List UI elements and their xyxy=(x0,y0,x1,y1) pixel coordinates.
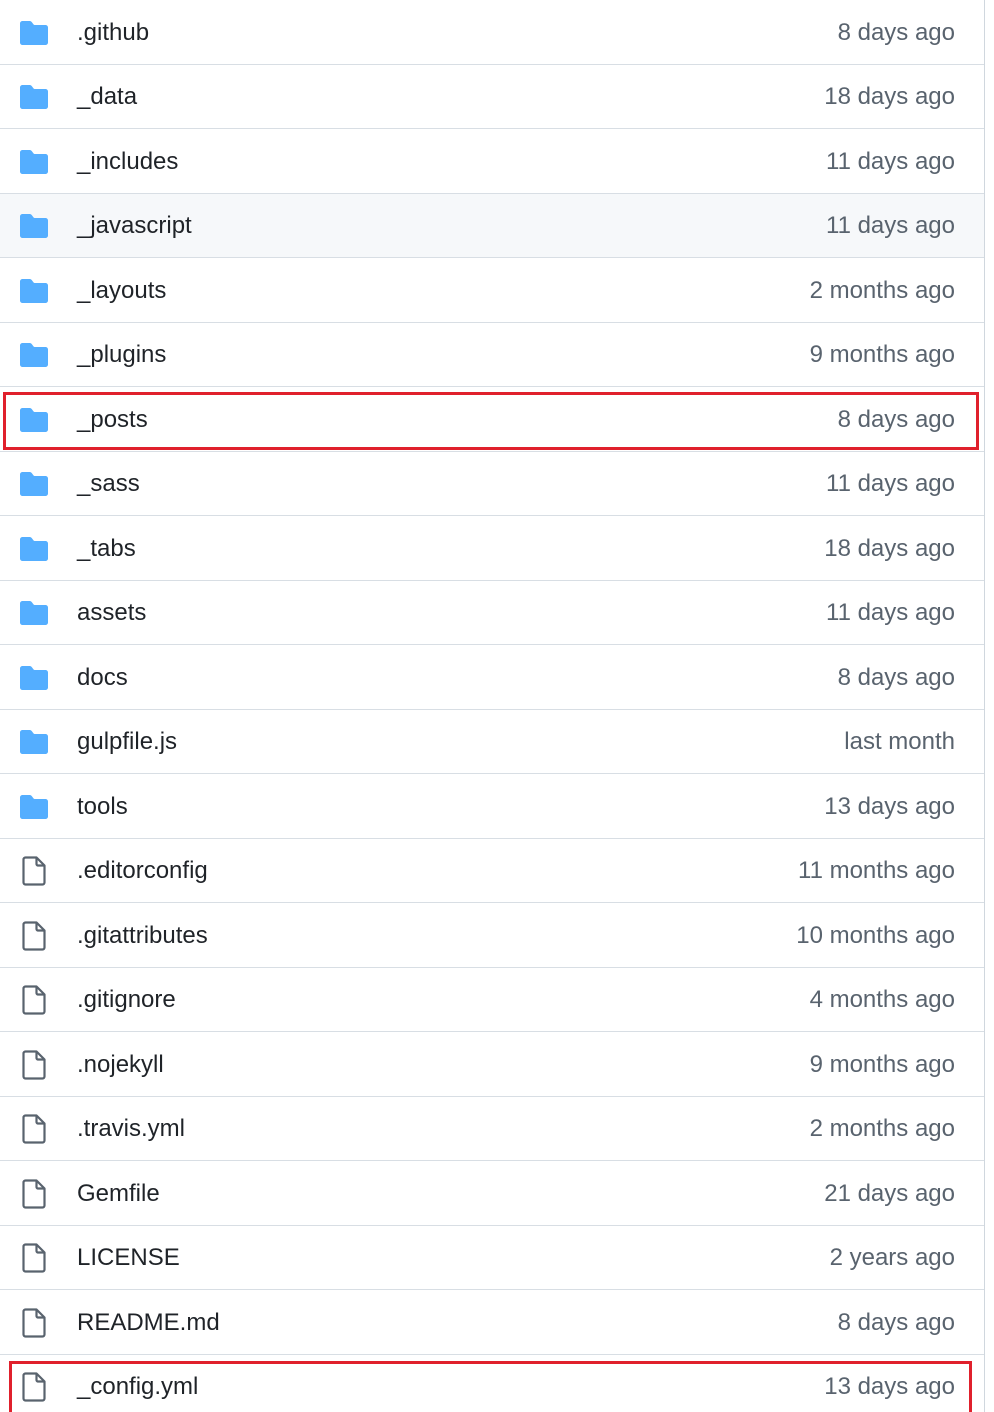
commit-age[interactable]: 11 days ago xyxy=(826,212,955,240)
file-row[interactable]: README.md 8 days ago xyxy=(0,1291,984,1355)
file-row[interactable]: assets 11 days ago xyxy=(0,581,984,645)
commit-age[interactable]: 11 days ago xyxy=(826,148,955,176)
file-name-link[interactable]: Gemfile xyxy=(77,1180,160,1208)
folder-icon xyxy=(18,793,50,821)
file-row[interactable]: .travis.yml 2 months ago xyxy=(0,1097,984,1161)
folder-icon xyxy=(18,535,50,563)
folder-icon xyxy=(18,212,50,240)
commit-age[interactable]: 4 months ago xyxy=(810,986,955,1014)
file-row[interactable]: _tabs 18 days ago xyxy=(0,517,984,581)
file-row[interactable]: docs 8 days ago xyxy=(0,646,984,710)
commit-age[interactable]: 8 days ago xyxy=(838,664,955,692)
folder-name-link[interactable]: _data xyxy=(77,83,137,111)
commit-age[interactable]: 8 days ago xyxy=(838,406,955,434)
file-row[interactable]: tools 13 days ago xyxy=(0,775,984,839)
file-name-link[interactable]: .nojekyll xyxy=(77,1051,164,1079)
file-row[interactable]: _config.yml 13 days ago xyxy=(0,1355,984,1412)
file-icon xyxy=(18,1113,50,1144)
folder-icon xyxy=(18,148,50,176)
folder-icon xyxy=(18,406,50,434)
file-row[interactable]: _plugins 9 months ago xyxy=(0,323,984,387)
commit-age[interactable]: 2 months ago xyxy=(810,277,955,305)
file-name-link[interactable]: .gitattributes xyxy=(77,922,208,950)
folder-icon xyxy=(18,599,50,627)
commit-age[interactable]: 13 days ago xyxy=(824,1373,955,1401)
commit-age[interactable]: 2 months ago xyxy=(810,1115,955,1143)
commit-age[interactable]: 8 days ago xyxy=(838,19,955,47)
commit-age[interactable]: 11 days ago xyxy=(826,470,955,498)
folder-icon xyxy=(18,277,50,305)
folder-name-link[interactable]: _plugins xyxy=(77,341,166,369)
folder-name-link[interactable]: _javascript xyxy=(77,212,192,240)
file-row[interactable]: .nojekyll 9 months ago xyxy=(0,1033,984,1097)
file-name-link[interactable]: LICENSE xyxy=(77,1244,180,1272)
file-row[interactable]: .gitignore 4 months ago xyxy=(0,968,984,1032)
folder-name-link[interactable]: _sass xyxy=(77,470,140,498)
folder-name-link[interactable]: tools xyxy=(77,793,128,821)
folder-name-link[interactable]: .github xyxy=(77,19,149,47)
folder-icon xyxy=(18,470,50,498)
file-icon xyxy=(18,855,50,886)
file-icon xyxy=(18,1049,50,1080)
file-icon xyxy=(18,1307,50,1338)
folder-name-link[interactable]: assets xyxy=(77,599,146,627)
folder-name-link[interactable]: docs xyxy=(77,664,128,692)
file-row[interactable]: _includes 11 days ago xyxy=(0,130,984,194)
file-row[interactable]: _posts 8 days ago xyxy=(0,388,984,452)
folder-name-link[interactable]: _posts xyxy=(77,406,148,434)
file-name-link[interactable]: .editorconfig xyxy=(77,857,208,885)
file-row[interactable]: _javascript 11 days ago xyxy=(0,194,984,258)
folder-icon xyxy=(18,664,50,692)
file-name-link[interactable]: _config.yml xyxy=(77,1373,198,1401)
file-name-link[interactable]: .gitignore xyxy=(77,986,176,1014)
commit-age[interactable]: 21 days ago xyxy=(824,1180,955,1208)
commit-age[interactable]: 2 years ago xyxy=(830,1244,955,1272)
file-icon xyxy=(18,920,50,951)
folder-icon xyxy=(18,19,50,47)
file-icon xyxy=(18,984,50,1015)
file-icon xyxy=(18,1242,50,1273)
file-row[interactable]: _sass 11 days ago xyxy=(0,452,984,516)
commit-age[interactable]: 13 days ago xyxy=(824,793,955,821)
file-name-link[interactable]: README.md xyxy=(77,1309,220,1337)
file-icon xyxy=(18,1371,50,1402)
file-row[interactable]: gulpfile.js last month xyxy=(0,710,984,774)
commit-age[interactable]: 18 days ago xyxy=(824,83,955,111)
file-name-link[interactable]: .travis.yml xyxy=(77,1115,185,1143)
file-row[interactable]: _data 18 days ago xyxy=(0,65,984,129)
folder-name-link[interactable]: _tabs xyxy=(77,535,136,563)
commit-age[interactable]: 11 days ago xyxy=(826,599,955,627)
folder-icon xyxy=(18,341,50,369)
commit-age[interactable]: last month xyxy=(844,728,955,756)
commit-age[interactable]: 9 months ago xyxy=(810,1051,955,1079)
commit-age[interactable]: 10 months ago xyxy=(796,922,955,950)
folder-name-link[interactable]: gulpfile.js xyxy=(77,728,177,756)
file-row[interactable]: .github 8 days ago xyxy=(0,1,984,65)
file-row[interactable]: Gemfile 21 days ago xyxy=(0,1162,984,1226)
file-row[interactable]: _layouts 2 months ago xyxy=(0,259,984,323)
folder-name-link[interactable]: _layouts xyxy=(77,277,166,305)
folder-icon xyxy=(18,728,50,756)
commit-age[interactable]: 9 months ago xyxy=(810,341,955,369)
file-icon xyxy=(18,1178,50,1209)
file-list: .github 8 days ago _data 18 days ago _includ… xyxy=(0,0,985,1412)
folder-icon xyxy=(18,83,50,111)
file-row[interactable]: LICENSE 2 years ago xyxy=(0,1226,984,1290)
commit-age[interactable]: 11 months ago xyxy=(798,857,955,885)
file-row[interactable]: .gitattributes 10 months ago xyxy=(0,904,984,968)
commit-age[interactable]: 8 days ago xyxy=(838,1309,955,1337)
file-row[interactable]: .editorconfig 11 months ago xyxy=(0,839,984,903)
commit-age[interactable]: 18 days ago xyxy=(824,535,955,563)
folder-name-link[interactable]: _includes xyxy=(77,148,178,176)
